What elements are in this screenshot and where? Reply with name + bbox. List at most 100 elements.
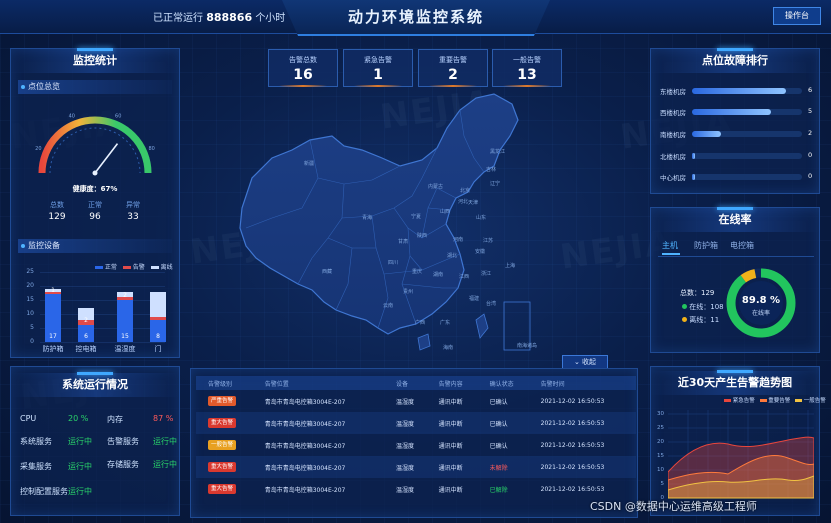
province-label[interactable]: 贵州 bbox=[403, 288, 413, 295]
ranking-value: 6 bbox=[808, 86, 813, 94]
ranking-row[interactable]: 南楼机房 2 bbox=[658, 128, 818, 140]
device-legend: 正常 告警 离线 bbox=[95, 262, 173, 271]
province-label[interactable]: 云南 bbox=[383, 302, 393, 309]
table-row[interactable]: 重大告警 青岛市青岛电控箱3004E-207 温湿度 通讯中断 已确认 2021-12-0… bbox=[196, 412, 636, 434]
gauge-tick-label: 20 bbox=[35, 146, 41, 152]
province-label[interactable]: 重庆 bbox=[412, 268, 422, 275]
tab-divider bbox=[658, 256, 814, 257]
stat-value: 96 bbox=[89, 212, 101, 222]
table-row[interactable]: 严重告警 青岛市青岛电控箱3004E-207 温湿度 通讯中断 已确认 2021-12-0… bbox=[196, 390, 636, 412]
storage-service-label: 存储服务 bbox=[107, 460, 139, 469]
offline-dot bbox=[682, 317, 687, 322]
province-label[interactable]: 广西 bbox=[415, 319, 425, 326]
config-service-value: 运行中 bbox=[68, 487, 92, 496]
stat-label: 正常 bbox=[88, 201, 102, 209]
province-label[interactable]: 台湾 bbox=[486, 300, 496, 307]
bar-data-label: 15 bbox=[121, 333, 129, 340]
panel-title: 点位故障排行 bbox=[651, 48, 819, 73]
province-label[interactable]: 江苏 bbox=[483, 237, 493, 244]
health-label: 健康度：67% bbox=[72, 185, 118, 193]
ranking-row[interactable]: 东楼机房 6 bbox=[658, 85, 818, 97]
province-label[interactable]: 浙江 bbox=[481, 270, 491, 277]
panel-title: 在线率 bbox=[651, 207, 819, 232]
trend-ytick: 30 bbox=[657, 411, 664, 417]
ranking-row[interactable]: 中心机房 0 bbox=[658, 171, 818, 183]
bar-ytick: 10 bbox=[26, 310, 34, 317]
province-label[interactable]: 山东 bbox=[476, 214, 486, 221]
alarm-location: 青岛市青岛电控箱3004E-207 bbox=[264, 486, 346, 494]
system-service-value: 运行中 bbox=[68, 437, 92, 446]
province-label[interactable]: 河南 bbox=[453, 236, 463, 243]
table-row[interactable]: 一般告警 青岛市青岛电控箱3004E-207 温湿度 通讯中断 已确认 2021-12-0… bbox=[196, 434, 636, 456]
taiwan-shape bbox=[475, 313, 489, 339]
legend-label-offline: 离线 bbox=[160, 264, 173, 271]
province-label[interactable]: 辽宁 bbox=[490, 180, 500, 187]
ranking-value: 0 bbox=[808, 172, 813, 180]
alarm-label: 告警总数 bbox=[289, 56, 317, 64]
province-label[interactable]: 湖南 bbox=[433, 271, 443, 278]
bar-xlabel: 控电箱 bbox=[75, 345, 97, 353]
province-label[interactable]: 陕西 bbox=[417, 232, 427, 239]
province-label[interactable]: 福建 bbox=[469, 295, 479, 302]
tab-protection-box[interactable]: 防护箱 bbox=[694, 240, 718, 251]
console-button[interactable]: 操作台 bbox=[773, 7, 821, 25]
tab-control-box[interactable]: 电控箱 bbox=[730, 240, 754, 251]
panel-title: 监控统计 bbox=[11, 48, 179, 73]
province-label[interactable]: 黑龙江 bbox=[490, 148, 505, 155]
province-label[interactable]: 湖北 bbox=[447, 252, 457, 259]
bar-data-label: 17 bbox=[49, 333, 57, 340]
bar-segment-告警[interactable] bbox=[150, 316, 166, 320]
alarm-content: 通讯中断 bbox=[438, 442, 463, 450]
device-title: 监控设备 bbox=[18, 239, 172, 253]
province-label[interactable]: 青海 bbox=[362, 214, 372, 221]
alarm-card-urgent[interactable]: 紧急告警 1 bbox=[343, 49, 413, 87]
alarm-status: 未解除 bbox=[489, 464, 508, 472]
province-label[interactable]: 新疆 bbox=[304, 160, 314, 167]
province-label[interactable]: 海南 bbox=[443, 344, 453, 351]
header-bar: 已正常运行 888866 个小时 动力环境监控系统 操作台 bbox=[0, 0, 831, 36]
province-label[interactable]: 上海 bbox=[505, 262, 515, 269]
ranking-row[interactable]: 北楼机房 0 bbox=[658, 150, 818, 162]
province-label[interactable]: 宁夏 bbox=[411, 213, 421, 220]
alarm-card-total[interactable]: 告警总数 16 bbox=[268, 49, 338, 87]
province-label[interactable]: 内蒙古 bbox=[428, 183, 443, 190]
province-label[interactable]: 南海诸岛 bbox=[517, 342, 537, 349]
province-label[interactable]: 山西 bbox=[440, 208, 450, 215]
province-label[interactable]: 安徽 bbox=[475, 248, 485, 255]
province-label[interactable]: 江西 bbox=[459, 273, 469, 280]
province-label[interactable]: 河北 bbox=[458, 198, 468, 205]
online-rate-label: 在线率 bbox=[751, 310, 770, 317]
bar-gridline bbox=[40, 342, 165, 343]
running-time: 已正常运行 888866 个小时 bbox=[153, 9, 285, 24]
collapse-button[interactable]: ⌄ 收起 bbox=[562, 355, 608, 368]
stat-value: 129 bbox=[48, 212, 66, 222]
alarm-card-general[interactable]: 一般告警 13 bbox=[492, 49, 562, 87]
bar-data-label: 8 bbox=[156, 333, 160, 340]
bar-ytick: 25 bbox=[26, 268, 34, 275]
alarm-device: 温湿度 bbox=[396, 464, 415, 472]
ranking-row[interactable]: 西楼机房 5 bbox=[658, 106, 818, 118]
province-label[interactable]: 甘肃 bbox=[398, 238, 408, 245]
bar-data-label: 6 bbox=[84, 333, 88, 340]
province-label[interactable]: 四川 bbox=[388, 259, 398, 266]
bar-segment-离线[interactable] bbox=[150, 291, 166, 317]
table-row[interactable]: 重大告警 青岛市青岛电控箱3004E-207 温湿度 通讯中断 已解除 2021-12-0… bbox=[196, 478, 636, 500]
bar-data-label: 2 bbox=[84, 317, 88, 325]
province-label[interactable]: 天津 bbox=[468, 199, 478, 206]
province-label[interactable]: 吉林 bbox=[486, 166, 496, 173]
tab-host[interactable]: 主机 bbox=[662, 240, 678, 251]
alarm-status: 已确认 bbox=[489, 442, 508, 450]
ranking-track bbox=[692, 131, 802, 137]
gauge-tick-label: 80 bbox=[148, 146, 154, 152]
col-location: 告警位置 bbox=[252, 376, 385, 390]
province-label[interactable]: 广东 bbox=[440, 319, 450, 326]
table-row[interactable]: 重大告警 青岛市青岛电控箱3004E-207 温湿度 通讯中断 未解除 2021-12-0… bbox=[196, 456, 636, 478]
legend-swatch-alarm bbox=[122, 266, 131, 269]
alarm-content: 通讯中断 bbox=[438, 398, 463, 406]
bar-ytick: 5 bbox=[30, 324, 34, 331]
ranking-fill bbox=[692, 109, 772, 115]
province-label[interactable]: 北京 bbox=[460, 187, 470, 194]
alarm-card-important[interactable]: 重要告警 2 bbox=[418, 49, 488, 87]
province-label[interactable]: 西藏 bbox=[322, 268, 332, 275]
legend-swatch-general bbox=[795, 399, 803, 402]
